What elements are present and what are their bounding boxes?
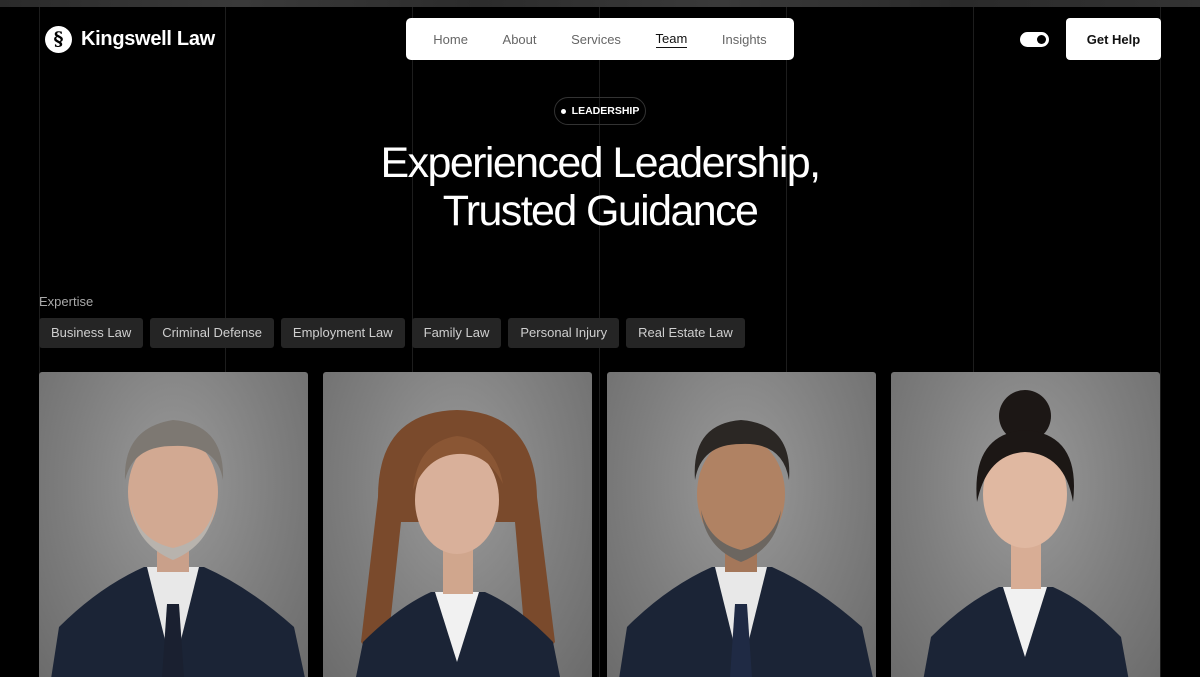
team-card[interactable] xyxy=(891,372,1160,677)
team-card[interactable] xyxy=(323,372,592,677)
team-card[interactable] xyxy=(39,372,308,677)
main-nav: Home About Services Team Insights xyxy=(406,18,794,60)
nav-services[interactable]: Services xyxy=(571,32,621,47)
portrait-man-dark-hair xyxy=(619,420,873,677)
section-sign-icon: § xyxy=(45,26,72,53)
title-line-1: Experienced Leadership, xyxy=(380,139,822,187)
brand-name: Kingswell Law xyxy=(81,28,215,50)
chip-criminal-defense[interactable]: Criminal Defense xyxy=(150,318,274,348)
portrait-woman-dark-updo xyxy=(923,390,1129,677)
toggle-icon xyxy=(1037,35,1046,44)
chip-real-estate-law[interactable]: Real Estate Law xyxy=(626,318,745,348)
top-strip xyxy=(0,0,1200,7)
dot-icon xyxy=(560,108,566,114)
badge-label: LEADERSHIP xyxy=(571,105,640,117)
chip-employment-law[interactable]: Employment Law xyxy=(280,318,405,348)
theme-toggle[interactable] xyxy=(1020,32,1049,47)
section-badge: LEADERSHIP xyxy=(554,97,646,125)
nav-about[interactable]: About xyxy=(503,32,537,47)
page-title: Experienced Leadership, Trusted Guidance xyxy=(0,139,1200,235)
nav-team[interactable]: Team xyxy=(655,31,688,48)
title-line-2: Trusted Guidance xyxy=(442,187,759,235)
get-help-button[interactable]: Get Help xyxy=(1066,18,1161,60)
team-grid xyxy=(39,372,1160,677)
nav-home[interactable]: Home xyxy=(433,32,468,47)
chip-business-law[interactable]: Business Law xyxy=(39,318,144,348)
grid-line xyxy=(1160,7,1161,677)
expertise-label: Expertise xyxy=(39,294,94,309)
portrait-man-gray-hair xyxy=(51,420,305,677)
chip-personal-injury[interactable]: Personal Injury xyxy=(508,318,620,348)
brand-logo[interactable]: § Kingswell Law xyxy=(45,26,215,53)
nav-insights[interactable]: Insights xyxy=(722,32,767,47)
portrait-woman-auburn-hair xyxy=(356,410,560,677)
team-card[interactable] xyxy=(607,372,876,677)
chip-family-law[interactable]: Family Law xyxy=(411,318,502,348)
expertise-filters: Business Law Criminal Defense Employment… xyxy=(39,318,745,348)
